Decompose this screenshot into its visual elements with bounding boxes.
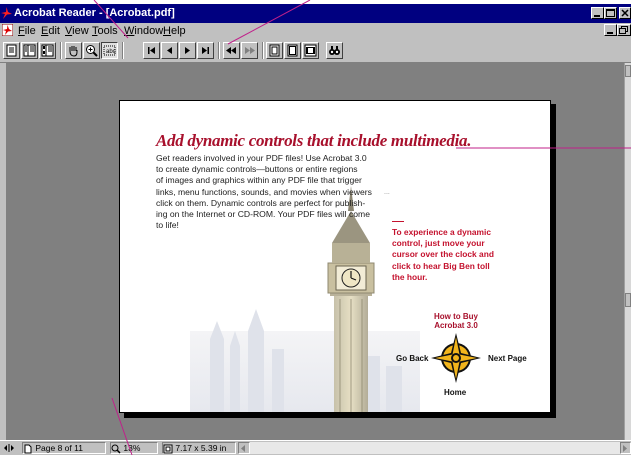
next-page-link[interactable]: Next Page [488, 354, 527, 363]
body-line: ing on the Internet or CD-ROM. Your PDF … [156, 209, 370, 220]
go-back-button[interactable] [223, 42, 240, 59]
instruction-line: To experience a dynamic [392, 227, 491, 237]
svg-text:abc: abc [106, 49, 116, 55]
toolbar-separator [218, 42, 220, 59]
magnifier-icon [111, 444, 121, 454]
go-forward-button[interactable] [241, 42, 258, 59]
scroll-up-button[interactable] [625, 65, 631, 77]
menu-view[interactable]: View [65, 25, 89, 37]
toolbar-separator [60, 42, 62, 59]
go-back-link[interactable]: Go Back [396, 354, 428, 363]
fit-width-button[interactable] [302, 42, 319, 59]
page-indicator-label: Page 8 of 11 [35, 443, 83, 453]
instruction-line: the hour. [392, 271, 428, 282]
actual-size-button[interactable] [266, 42, 283, 59]
find-button[interactable] [326, 42, 343, 59]
page-turn-icon[interactable] [3, 442, 17, 454]
last-page-icon [202, 47, 209, 54]
doc-minimize-button[interactable] [604, 24, 617, 36]
fit-page-button[interactable] [284, 42, 301, 59]
scroll-thumb[interactable] [625, 293, 631, 307]
body-line: click on them. Dynamic controls are perf… [156, 197, 366, 208]
zoom-tool-icon [86, 45, 98, 57]
toolbar-separator [122, 42, 124, 59]
doc-restore-button[interactable] [617, 24, 631, 36]
hand-tool-icon [69, 46, 78, 57]
status-bar: Page 8 of 11 13% 7.17 x 5.39 in [0, 440, 631, 455]
maximize-button[interactable] [604, 7, 617, 19]
toolbar: abc [0, 39, 631, 63]
horizontal-scroll-left-button[interactable] [238, 442, 250, 454]
toolbar-separator [262, 42, 264, 59]
horizontal-scrollbar[interactable] [250, 442, 620, 454]
find-icon [329, 46, 340, 55]
go-back-icon [226, 47, 236, 54]
how-to-buy-link[interactable]: How to Buy Acrobat 3.0 [416, 312, 496, 330]
page-indicator[interactable]: Page 8 of 11 [22, 442, 106, 454]
instruction-line: control, just move your [392, 238, 485, 249]
home-link[interactable]: Home [444, 388, 466, 397]
page-only-icon [6, 44, 17, 57]
previous-page-icon [167, 47, 172, 54]
acrobat-app-icon[interactable] [1, 7, 12, 19]
zoom-tool-button[interactable] [83, 42, 100, 59]
page-size-icon [163, 444, 173, 454]
pdf-page: Add dynamic controls that include multim… [119, 100, 551, 413]
zoom-indicator[interactable]: 13% [110, 442, 158, 454]
minimize-button[interactable] [591, 7, 604, 19]
actual-size-icon [269, 44, 280, 57]
first-page-icon [148, 47, 155, 54]
horizontal-scroll-right-button[interactable] [620, 442, 631, 454]
bookmarks-and-page-icon [23, 44, 36, 57]
next-page-icon [185, 47, 190, 54]
first-page-button[interactable] [143, 42, 160, 59]
fit-page-icon [287, 44, 298, 57]
page-icon [24, 444, 32, 454]
menu-bar: File Edit View Tools Window Help [0, 23, 631, 39]
fit-width-icon [304, 44, 317, 57]
next-page-button[interactable] [179, 42, 196, 59]
instruction-paragraph: To experience a dynamic control, just mo… [392, 227, 542, 283]
body-line: to life! [156, 220, 179, 231]
red-rule [392, 221, 404, 222]
menu-edit[interactable]: Edit [41, 25, 60, 37]
title-bar: Acrobat Reader - [Acrobat.pdf] [0, 4, 631, 23]
last-page-button[interactable] [197, 42, 214, 59]
thumbnails-and-page-icon [41, 44, 54, 57]
menu-file[interactable]: File [18, 25, 36, 37]
page-only-button[interactable] [3, 42, 20, 59]
body-line: Get readers involved in your PDF files! … [156, 153, 367, 163]
zoom-level-label: 13% [123, 443, 141, 453]
text-select-tool-icon: abc [103, 45, 116, 56]
instruction-line: cursor over the clock and [392, 249, 494, 260]
body-paragraph: Get readers involved in your PDF files! … [156, 153, 378, 231]
close-button[interactable] [619, 7, 631, 19]
instruction-line: click to hear Big Ben toll [392, 260, 490, 271]
go-forward-icon [245, 47, 255, 54]
text-select-tool-button[interactable]: abc [101, 42, 118, 59]
page-size-indicator: 7.17 x 5.39 in [162, 442, 236, 454]
vertical-scrollbar[interactable] [624, 63, 631, 440]
window-title: Acrobat Reader - [Acrobat.pdf] [14, 7, 175, 19]
thumbnails-and-page-button[interactable] [39, 42, 56, 59]
page-heading: Add dynamic controls that include multim… [156, 131, 472, 150]
menu-window[interactable]: Window [124, 25, 163, 37]
menu-help[interactable]: Help [163, 25, 186, 37]
menu-tools[interactable]: Tools [92, 25, 118, 37]
body-line: of images and graphics within any PDF fi… [156, 175, 362, 186]
bookmarks-and-page-button[interactable] [21, 42, 38, 59]
page-size-label: 7.17 x 5.39 in [175, 443, 227, 453]
document-control-icon[interactable] [1, 23, 14, 37]
previous-page-button[interactable] [161, 42, 178, 59]
hand-tool-button[interactable] [65, 42, 82, 59]
navigation-pane-edge[interactable] [0, 63, 7, 440]
body-line: links, menu functions, sounds, and movie… [156, 186, 372, 197]
how-to-buy-line: Acrobat 3.0 [434, 320, 478, 330]
decorative-dots: ... [384, 189, 390, 196]
body-line: to create dynamic controls—buttons or en… [156, 164, 358, 175]
compass-navigation-icon[interactable] [431, 333, 481, 383]
